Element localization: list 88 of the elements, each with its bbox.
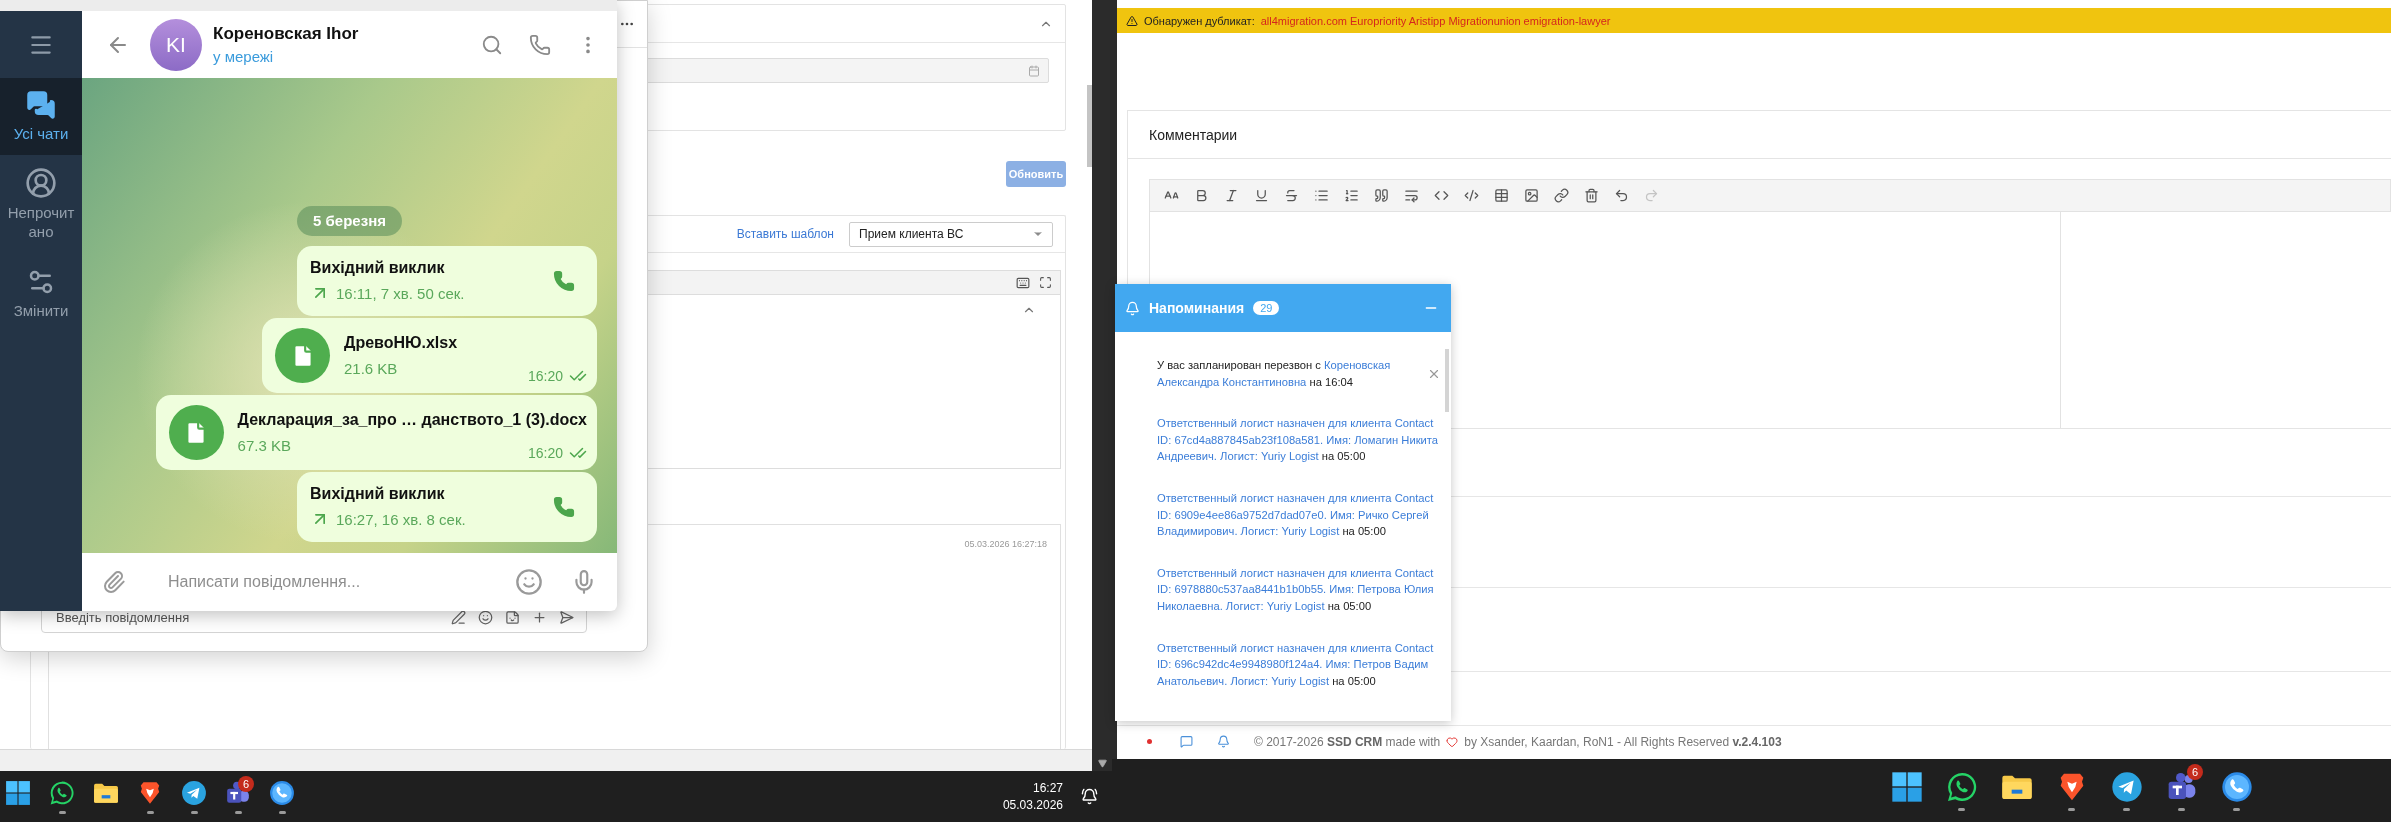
- code-block-icon[interactable]: [1464, 188, 1479, 203]
- paper-plane-icon[interactable]: [181, 779, 207, 806]
- banner-label: Обнаружен дубликат:: [1144, 14, 1255, 27]
- clock-date: 05.03.2026: [1002, 798, 1063, 812]
- send-icon[interactable]: [559, 609, 574, 625]
- fullscreen-icon[interactable]: [1039, 276, 1052, 289]
- reminder-text: Ответственный логист назначен для клиента Contact ID: 6978880c537aa8441b1b0b55. Имя: Петрова Юлия Николаевна. Логист: Yuriy Logist на 05:00: [1157, 565, 1435, 614]
- chat-bubble-icon[interactable]: [1945, 770, 1978, 803]
- avatar: KI: [150, 18, 202, 71]
- strikethrough-icon[interactable]: [1284, 188, 1299, 203]
- file-name: ДревоНЮ.xlsx: [344, 334, 458, 352]
- template-select[interactable]: Прием клиента ВС: [849, 221, 1053, 247]
- online-status: у мережі: [213, 48, 274, 65]
- sidebar-label: Непрочитано: [6, 203, 76, 241]
- card-title: Комментарии: [1149, 126, 1238, 143]
- file-size: 21.6 KB: [344, 360, 398, 377]
- user-icon: [25, 167, 57, 199]
- paper-plane-icon[interactable]: [2110, 770, 2143, 803]
- message-input[interactable]: Написати повідомлення...: [166, 572, 487, 592]
- chat-bubble-icon[interactable]: [49, 779, 75, 806]
- comment-timestamp: 05.03.2026 16:27:18: [964, 539, 1047, 551]
- panel-title: Напоминания: [1149, 300, 1245, 316]
- phone-icon[interactable]: [269, 779, 295, 806]
- notification-badge: 6: [2187, 764, 2203, 780]
- bell-icon[interactable]: [1217, 735, 1230, 748]
- numbered-list-icon[interactable]: [1344, 188, 1359, 203]
- sidebar-item[interactable]: Усі чати: [0, 78, 82, 155]
- attach-icon[interactable]: [102, 570, 126, 594]
- call-title: Вихідний виклик: [310, 485, 445, 503]
- file-name: Декларация_за_про … данството_1 (3).docx: [237, 411, 587, 429]
- chat-bubbles-icon: [26, 90, 56, 120]
- reminder-text: Ответственный логист назначен для клиента Contact ID: 6909e4ee86a9752d7dad07e0. Имя: Ричко Сергей Владимирович. Логист: Yuriy Logist на 05:00: [1157, 490, 1435, 540]
- emoji-icon[interactable]: [515, 568, 543, 596]
- date-divider: 5 березня: [297, 206, 402, 236]
- scrollbar-thumb[interactable]: [1445, 349, 1449, 412]
- insert-template-link[interactable]: Вставить шаблон: [736, 227, 834, 241]
- sidebar-label: Змінити: [12, 300, 70, 320]
- credits-text: by Xsander, Kaardan, RoN1 - All Rights Reserved v.2.4.103: [1464, 734, 1782, 749]
- document-icon[interactable]: [275, 328, 330, 383]
- status-dot: [1147, 739, 1152, 744]
- image-icon[interactable]: [1524, 188, 1539, 203]
- sidebar-item[interactable]: Змінити: [0, 253, 82, 333]
- pen-icon[interactable]: [451, 609, 466, 625]
- link-icon[interactable]: [1554, 188, 1569, 203]
- heart-icon: [1446, 735, 1459, 748]
- undo-icon[interactable]: [1614, 188, 1629, 203]
- underline-icon[interactable]: [1254, 188, 1269, 203]
- trash-icon[interactable]: [1584, 188, 1599, 203]
- comment-icon[interactable]: [1180, 735, 1193, 748]
- call-detail: 16:27, 16 хв. 8 сек.: [336, 510, 466, 528]
- copyright-text: © 2017-2026 SSD CRM made with: [1254, 734, 1441, 749]
- bullet-list-icon[interactable]: [1314, 188, 1329, 203]
- sticker-icon[interactable]: [505, 609, 520, 625]
- duplicate-list: all4migration.com Europriority Aristipp Migrationunion emigration-lawyer: [1260, 14, 1611, 27]
- document-icon[interactable]: [168, 405, 224, 460]
- table-icon[interactable]: [1494, 188, 1509, 203]
- keyboard-icon[interactable]: [1016, 275, 1030, 290]
- plus-icon[interactable]: [532, 609, 547, 625]
- italic-icon[interactable]: [1224, 188, 1239, 203]
- start-icon[interactable]: [1890, 770, 1923, 803]
- reminder-text: Ответственный логист назначен для клиента Contact ID: 67cd4a887845ab23f108a581. Имя: Ломагин Никита Андреевич. Логист: Yuriy Logist на 05:00: [1157, 416, 1439, 465]
- search-icon[interactable]: [481, 33, 503, 56]
- reminder-text: Ответственный логист назначен для клиента Contact ID: 696c942dc4e9948980f124a4. Имя: Петров Вадим Анатольевич. Логист: Yuriy Logist на 05:00: [1157, 640, 1435, 689]
- quote-icon[interactable]: [1374, 188, 1389, 203]
- count-badge: 29: [1253, 301, 1280, 315]
- contact-name: Кореновская Ihor: [213, 24, 359, 44]
- warning-icon: [1126, 14, 1138, 27]
- call-title: Вихідний виклик: [310, 259, 445, 277]
- call-detail: 16:11, 7 хв. 50 сек.: [336, 284, 465, 302]
- message-time: 16:20: [527, 445, 563, 461]
- file-size: 67.3 KB: [237, 437, 291, 454]
- bold-icon[interactable]: [1194, 188, 1209, 203]
- reminder-text: У вас запланирован перезвон с Кореновская Александра Константиновна на 16:04: [1157, 358, 1392, 390]
- phone-icon[interactable]: [2220, 770, 2253, 803]
- notification-icon[interactable]: [1081, 788, 1098, 805]
- start-icon[interactable]: [5, 779, 31, 806]
- scroll-down-icon[interactable]: [1097, 759, 1107, 768]
- scrollbar-thumb[interactable]: [1087, 85, 1092, 167]
- clock-time: 16:27: [1032, 781, 1063, 795]
- message-input[interactable]: Введіть повідомлення: [54, 608, 439, 626]
- code-icon[interactable]: [1434, 188, 1449, 203]
- bell-icon: [1125, 300, 1140, 316]
- sidebar-item[interactable]: Непрочитано: [0, 155, 82, 253]
- notification-badge: 6: [238, 776, 254, 792]
- message-time: 16:20: [527, 368, 563, 384]
- emoji-icon[interactable]: [478, 609, 493, 625]
- sidebar-label: Усі чати: [12, 124, 70, 143]
- wrap-text-icon[interactable]: [1404, 188, 1419, 203]
